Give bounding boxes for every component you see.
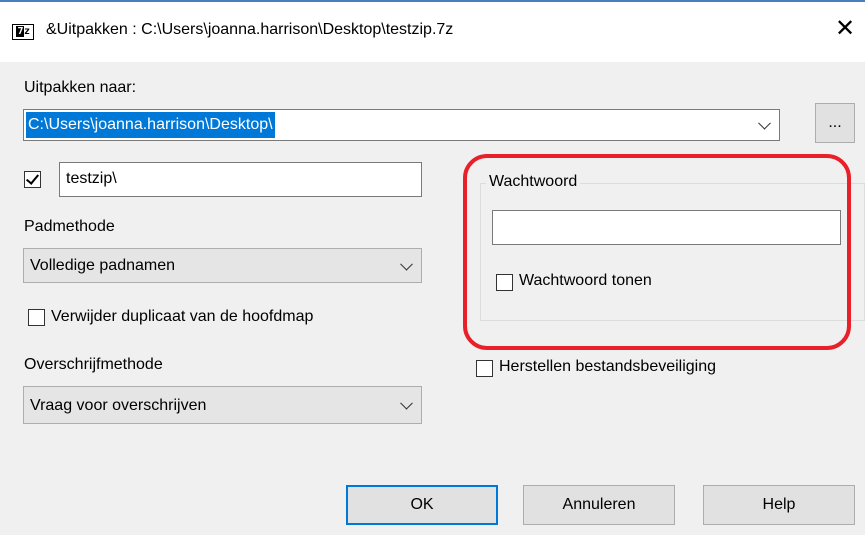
overwrite-mode-label: Overschrijfmethode	[24, 356, 163, 373]
extract-path-combobox[interactable]: C:\Users\joanna.harrison\Desktop\	[23, 109, 780, 141]
remove-duplicate-checkbox[interactable]	[28, 309, 45, 326]
7zip-app-icon: 7z	[12, 24, 34, 40]
browse-button[interactable]: ...	[815, 103, 855, 143]
overwrite-mode-value: Vraag voor overschrijven	[30, 397, 207, 414]
subfolder-name-input[interactable]: testzip\	[59, 162, 422, 197]
close-icon[interactable]: ✕	[835, 16, 855, 42]
highlight-annotation	[463, 154, 851, 350]
help-button[interactable]: Help	[703, 485, 855, 525]
path-mode-label: Padmethode	[24, 218, 115, 235]
ok-button[interactable]: OK	[346, 485, 498, 525]
path-mode-select[interactable]: Volledige padnamen	[23, 248, 422, 283]
cancel-button[interactable]: Annuleren	[523, 485, 675, 525]
restore-security-label[interactable]: Herstellen bestandsbeveiliging	[499, 358, 716, 376]
chevron-down-icon	[400, 396, 413, 410]
extract-path-value: C:\Users\joanna.harrison\Desktop\	[26, 112, 275, 138]
extract-to-label: Uitpakken naar:	[24, 79, 137, 96]
chevron-down-icon	[400, 257, 413, 271]
path-mode-value: Volledige padnamen	[30, 257, 176, 274]
restore-security-checkbox[interactable]	[476, 360, 493, 377]
chevron-down-icon[interactable]	[758, 116, 771, 130]
window-title: &Uitpakken : C:\Users\joanna.harrison\De…	[46, 21, 454, 38]
overwrite-mode-select[interactable]: Vraag voor overschrijven	[23, 386, 422, 424]
remove-duplicate-label[interactable]: Verwijder duplicaat van de hoofdmap	[51, 308, 313, 326]
subfolder-name-value: testzip\	[66, 170, 117, 187]
subfolder-checkbox[interactable]	[24, 171, 41, 188]
